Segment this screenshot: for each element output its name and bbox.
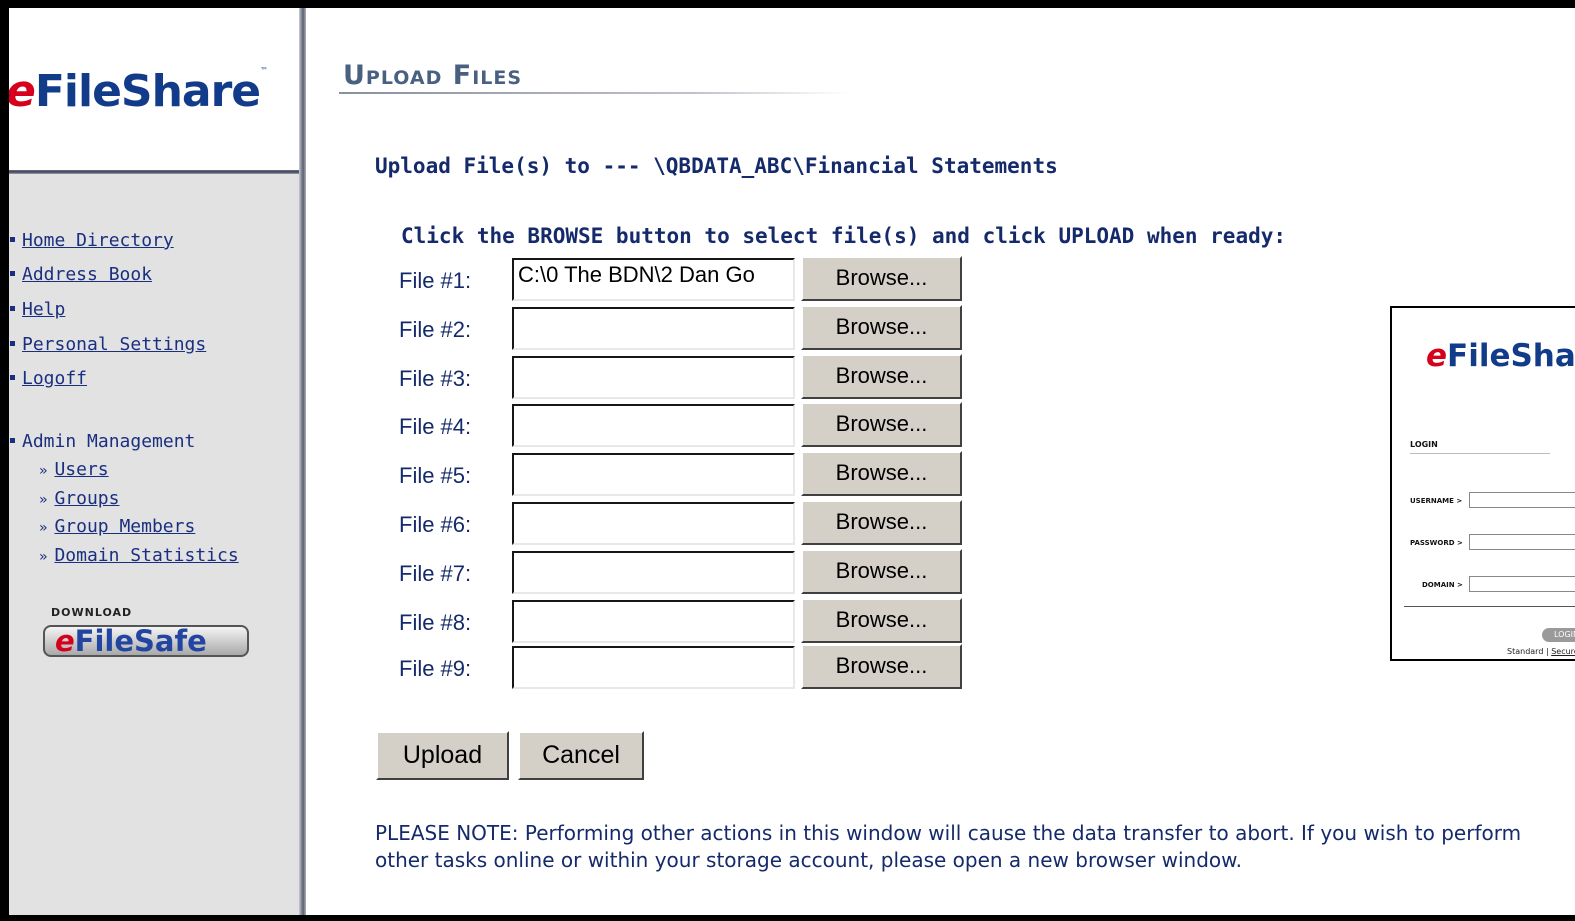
upload-destination: Upload File(s) to --- \QBDATA_ABC\Financ…	[375, 154, 1058, 178]
nav-item-logoff: Logoff	[9, 368, 87, 389]
file-label: File #5:	[399, 463, 472, 488]
admin-item-group-members: » Group Members	[39, 516, 195, 537]
double-chevron-icon: »	[39, 549, 48, 565]
group-members-link[interactable]: Group Members	[54, 516, 195, 537]
bullet-icon	[10, 375, 15, 380]
file-label: File #9:	[399, 656, 472, 681]
password-input[interactable]	[1469, 534, 1575, 550]
download-efilesafe-button[interactable]: eFileSafe	[43, 624, 249, 658]
admin-item-domain-statistics: » Domain Statistics	[39, 545, 239, 566]
username-label: USERNAME >	[1410, 497, 1463, 505]
login-heading-rule	[1410, 453, 1550, 454]
browse-button-8[interactable]: Browse...	[801, 598, 962, 643]
login-mode-links: Standard | Secure	[1507, 647, 1575, 656]
admin-management-label: Admin Management	[22, 431, 196, 452]
nav-item-personal-settings: Personal Settings	[9, 334, 206, 355]
sidebar-divider	[299, 8, 306, 915]
double-chevron-icon: »	[39, 520, 48, 536]
file-label: File #4:	[399, 414, 472, 439]
download-label: DOWNLOAD	[51, 606, 133, 619]
efileshare-logo: eFileShare	[1426, 338, 1575, 374]
browse-button-6[interactable]: Browse...	[801, 500, 962, 545]
title-underline	[339, 92, 849, 94]
efilesafe-logo: eFileSafe	[55, 624, 207, 658]
groups-link[interactable]: Groups	[54, 488, 119, 509]
page-title: Upload Files	[343, 60, 523, 91]
password-label: PASSWORD >	[1410, 539, 1463, 547]
home-directory-link[interactable]: Home Directory	[22, 230, 174, 251]
file-path-input-3[interactable]	[512, 356, 795, 399]
bullet-icon	[10, 341, 15, 346]
domain-statistics-link[interactable]: Domain Statistics	[54, 545, 238, 566]
standard-link[interactable]: Standard	[1507, 647, 1543, 656]
browse-button-7[interactable]: Browse...	[801, 549, 962, 594]
browse-button-1[interactable]: Browse...	[801, 256, 962, 301]
file-label: File #6:	[399, 512, 472, 537]
file-label: File #1:	[399, 268, 472, 293]
nav-item-home-directory: Home Directory	[9, 230, 174, 251]
domain-label: DOMAIN >	[1422, 581, 1463, 589]
upload-instructions: Click the BROWSE button to select file(s…	[401, 224, 1287, 248]
double-chevron-icon: »	[39, 463, 48, 479]
logo-divider	[9, 170, 299, 174]
file-path-input-1[interactable]: C:\0 The BDN\2 Dan Go	[512, 258, 795, 301]
browser-window: eFileShare™ Home Directory Address Book …	[0, 0, 1575, 921]
sidebar: eFileShare™ Home Directory Address Book …	[9, 8, 299, 915]
bullet-icon	[10, 237, 15, 242]
logo-e-glyph: e	[1426, 338, 1448, 374]
address-book-link[interactable]: Address Book	[22, 264, 152, 285]
login-divider	[1404, 606, 1575, 607]
login-preview-thumbnail: eFileShare LOGIN USERNAME > PASSWORD > D…	[1390, 306, 1575, 661]
secure-link[interactable]: Secure	[1551, 647, 1575, 656]
domain-input[interactable]	[1469, 576, 1575, 592]
file-path-input-5[interactable]	[512, 453, 795, 496]
file-label: File #2:	[399, 317, 472, 342]
file-path-input-6[interactable]	[512, 502, 795, 545]
help-link[interactable]: Help	[22, 299, 65, 320]
file-label: File #7:	[399, 561, 472, 586]
file-path-input-8[interactable]	[512, 600, 795, 643]
bullet-icon	[10, 438, 15, 443]
transfer-warning-note: PLEASE NOTE: Performing other actions in…	[375, 821, 1522, 872]
nav-item-help: Help	[9, 299, 65, 320]
file-path-input-2[interactable]	[512, 307, 795, 350]
browse-button-5[interactable]: Browse...	[801, 451, 962, 496]
login-button[interactable]: LOGIN	[1542, 628, 1575, 642]
users-link[interactable]: Users	[54, 459, 108, 480]
file-path-input-4[interactable]	[512, 404, 795, 447]
logo-area: eFileShare™	[9, 8, 299, 170]
admin-item-users: » Users	[39, 459, 109, 480]
logoff-link[interactable]: Logoff	[22, 368, 87, 389]
file-path-input-9[interactable]	[512, 646, 795, 689]
logo-e-glyph: e	[6, 66, 36, 117]
admin-management-heading: Admin Management	[9, 431, 195, 452]
logo-wordmark: FileShare	[34, 66, 261, 117]
browse-button-3[interactable]: Browse...	[801, 354, 962, 399]
admin-item-groups: » Groups	[39, 488, 119, 509]
cancel-button[interactable]: Cancel	[518, 731, 644, 780]
bullet-icon	[10, 306, 15, 311]
upload-button[interactable]: Upload	[376, 731, 509, 780]
browse-button-4[interactable]: Browse...	[801, 402, 962, 447]
login-heading: LOGIN	[1410, 440, 1438, 449]
personal-settings-link[interactable]: Personal Settings	[22, 334, 206, 355]
browse-button-2[interactable]: Browse...	[801, 305, 962, 350]
trademark-mark: ™	[260, 66, 268, 75]
file-path-input-7[interactable]	[512, 551, 795, 594]
logo-e-glyph: e	[55, 624, 75, 658]
username-input[interactable]	[1469, 492, 1575, 508]
browse-button-9[interactable]: Browse...	[801, 644, 962, 689]
double-chevron-icon: »	[39, 492, 48, 508]
file-label: File #3:	[399, 366, 472, 391]
logo-wordmark: FileShare	[1447, 338, 1575, 374]
efileshare-logo: eFileShare™	[6, 66, 268, 117]
file-label: File #8:	[399, 610, 472, 635]
efilesafe-wordmark: FileSafe	[74, 624, 207, 658]
nav-item-address-book: Address Book	[9, 264, 152, 285]
bullet-icon	[10, 271, 15, 276]
